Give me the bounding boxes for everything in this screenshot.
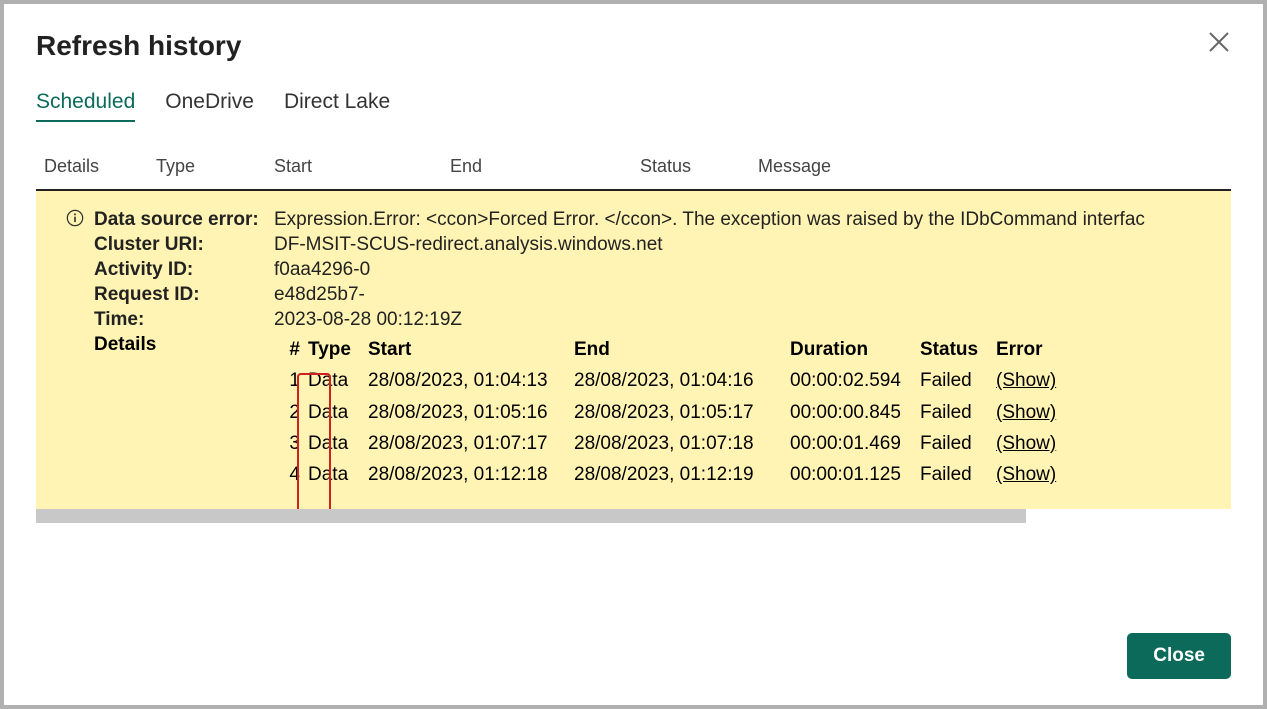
field-data-source-error: Data source error: Expression.Error: <cc…	[70, 209, 1207, 231]
cell-start: 28/08/2023, 01:05:16	[368, 397, 574, 428]
cell-status: Failed	[920, 428, 996, 459]
show-error-link[interactable]: (Show)	[996, 397, 1066, 428]
tab-bar: Scheduled OneDrive Direct Lake	[36, 90, 1231, 122]
cell-num: 3	[274, 428, 308, 459]
table-row: 3 Data 28/08/2023, 01:07:17 28/08/2023, …	[274, 428, 1207, 459]
field-activity-id: Activity ID: f0aa4296-0	[70, 259, 1207, 281]
dh-type: Type	[308, 334, 368, 365]
table-row: 4 Data 28/08/2023, 01:12:18 28/08/2023, …	[274, 459, 1207, 490]
dh-status: Status	[920, 334, 996, 365]
details-table: # Type Start End Duration Status Error 1…	[274, 334, 1207, 491]
show-error-link[interactable]: (Show)	[996, 459, 1066, 490]
cell-status: Failed	[920, 459, 996, 490]
cell-type: Data	[308, 428, 368, 459]
value-request-id: e48d25b7-	[274, 284, 1207, 306]
field-details: Details # Type Start End Duration Status…	[70, 334, 1207, 491]
history-table-header: Details Type Start End Status Message	[36, 156, 1231, 191]
dialog-title: Refresh history	[36, 30, 241, 62]
table-row: 1 Data 28/08/2023, 01:04:13 28/08/2023, …	[274, 365, 1207, 396]
field-cluster-uri: Cluster URI: DF-MSIT-SCUS-redirect.analy…	[70, 234, 1207, 256]
col-type: Type	[156, 156, 274, 177]
tab-scheduled[interactable]: Scheduled	[36, 90, 135, 122]
refresh-history-dialog: Refresh history Scheduled OneDrive Direc…	[4, 4, 1263, 705]
col-message: Message	[758, 156, 1231, 177]
cell-duration: 00:00:01.469	[790, 428, 920, 459]
dh-duration: Duration	[790, 334, 920, 365]
cell-start: 28/08/2023, 01:04:13	[368, 365, 574, 396]
cell-end: 28/08/2023, 01:07:18	[574, 428, 790, 459]
cell-num: 1	[274, 365, 308, 396]
info-icon	[66, 209, 86, 229]
label-activity-id: Activity ID:	[70, 259, 274, 281]
dialog-footer: Close	[36, 613, 1231, 679]
dh-end: End	[574, 334, 790, 365]
cell-status: Failed	[920, 365, 996, 396]
value-activity-id: f0aa4296-0	[274, 259, 1207, 281]
cell-num: 2	[274, 397, 308, 428]
show-error-link[interactable]: (Show)	[996, 428, 1066, 459]
show-error-link[interactable]: (Show)	[996, 365, 1066, 396]
details-table-header: # Type Start End Duration Status Error	[274, 334, 1207, 365]
table-row: 2 Data 28/08/2023, 01:05:16 28/08/2023, …	[274, 397, 1207, 428]
tab-direct-lake[interactable]: Direct Lake	[284, 90, 390, 122]
close-icon[interactable]	[1207, 30, 1231, 54]
label-data-source-error: Data source error:	[70, 209, 274, 231]
cell-status: Failed	[920, 397, 996, 428]
cell-duration: 00:00:01.125	[790, 459, 920, 490]
cell-type: Data	[308, 459, 368, 490]
col-start: Start	[274, 156, 450, 177]
col-details: Details	[36, 156, 156, 177]
field-time: Time: 2023-08-28 00:12:19Z	[70, 309, 1207, 331]
cell-start: 28/08/2023, 01:07:17	[368, 428, 574, 459]
label-request-id: Request ID:	[70, 284, 274, 306]
field-request-id: Request ID: e48d25b7-	[70, 284, 1207, 306]
cell-duration: 00:00:02.594	[790, 365, 920, 396]
value-cluster-uri: DF-MSIT-SCUS-redirect.analysis.windows.n…	[274, 234, 1207, 256]
cell-end: 28/08/2023, 01:12:19	[574, 459, 790, 490]
cell-start: 28/08/2023, 01:12:18	[368, 459, 574, 490]
col-end: End	[450, 156, 640, 177]
cell-end: 28/08/2023, 01:04:16	[574, 365, 790, 396]
dialog-header: Refresh history	[36, 30, 1231, 62]
cell-duration: 00:00:00.845	[790, 397, 920, 428]
tab-onedrive[interactable]: OneDrive	[165, 90, 254, 122]
horizontal-scrollbar[interactable]	[36, 509, 1026, 523]
cell-num: 4	[274, 459, 308, 490]
dh-error: Error	[996, 334, 1066, 365]
label-time: Time:	[70, 309, 274, 331]
value-data-source-error: Expression.Error: <ccon>Forced Error. </…	[274, 209, 1207, 231]
value-time: 2023-08-28 00:12:19Z	[274, 309, 1207, 331]
label-cluster-uri: Cluster URI:	[70, 234, 274, 256]
label-details: Details	[70, 334, 274, 491]
cell-type: Data	[308, 397, 368, 428]
close-button[interactable]: Close	[1127, 633, 1231, 679]
cell-end: 28/08/2023, 01:05:17	[574, 397, 790, 428]
col-status: Status	[640, 156, 758, 177]
error-details-panel: Data source error: Expression.Error: <cc…	[36, 191, 1231, 509]
dh-start: Start	[368, 334, 574, 365]
cell-type: Data	[308, 365, 368, 396]
dh-num: #	[274, 334, 308, 365]
